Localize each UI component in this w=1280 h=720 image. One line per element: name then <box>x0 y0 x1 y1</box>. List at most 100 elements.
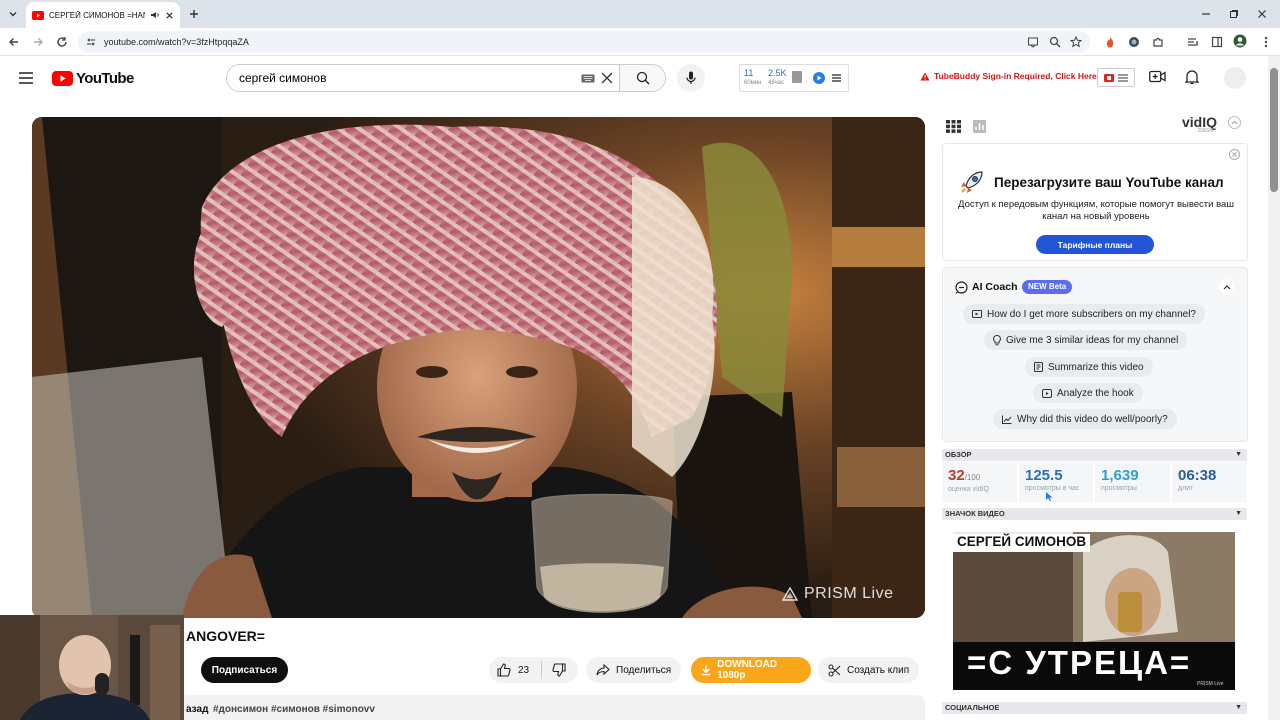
extension-flame-icon[interactable] <box>1103 35 1117 49</box>
coach-question-performance[interactable]: Why did this video do well/poorly? <box>993 409 1177 429</box>
url-field[interactable]: youtube.com/watch?v=3fzHtpqqaZA <box>78 31 1090 53</box>
minimize-icon[interactable] <box>1199 7 1213 21</box>
search-input[interactable] <box>227 65 665 91</box>
overview-section-header[interactable]: ОБЗОР ▼ <box>942 449 1247 461</box>
stat2-value: 2.5K <box>768 68 787 78</box>
extension-shield-icon[interactable] <box>1127 35 1141 49</box>
subscribe-button[interactable]: Подписаться <box>201 657 288 683</box>
share-button[interactable]: Поделиться <box>586 657 682 683</box>
hamburger-menu-icon[interactable] <box>19 72 33 84</box>
account-avatar[interactable] <box>1224 67 1246 89</box>
vidiq-logo[interactable]: vidIQ basic <box>1182 114 1217 134</box>
ai-coach-card: AI Coach NEW Beta How do I get more subs… <box>942 267 1248 442</box>
ai-coach-title: AI Coach <box>972 281 1018 293</box>
scrollbar-thumb[interactable] <box>1270 68 1278 192</box>
tubebuddy-signin-link[interactable]: TubeBuddy Sign-in Required, Click Here <box>920 71 1097 81</box>
extension-play-icon[interactable] <box>813 72 825 84</box>
search-button[interactable] <box>619 65 665 91</box>
score-value: 32 <box>948 467 965 484</box>
youtube-play-logo-icon <box>52 71 73 86</box>
tubebuddy-menu-button[interactable] <box>1097 68 1135 87</box>
tubebuddy-logo-icon <box>1104 73 1114 82</box>
prism-live-watermark: PRISM Live <box>782 585 893 603</box>
thumbnail-section-header[interactable]: ЗНАЧОК ВИДЕО ▼ <box>942 508 1247 520</box>
extension-stats-widget[interactable]: 11 60мин 2.5K 48час <box>739 64 849 92</box>
score-label: оценка vidIQ <box>948 486 989 493</box>
page-scrollbar[interactable] <box>1268 56 1280 720</box>
share-icon <box>596 664 610 676</box>
voice-search-button[interactable] <box>677 64 705 92</box>
thumbnail-bottom-text: =С УТРЕЦА= <box>967 644 1192 681</box>
tab-list-chevron-icon[interactable] <box>6 7 20 21</box>
restore-icon[interactable] <box>1227 7 1241 21</box>
zoom-icon[interactable] <box>1048 35 1062 49</box>
keyboard-icon[interactable] <box>581 74 595 83</box>
video-player[interactable]: PRISM Live <box>32 117 925 618</box>
promo-close-icon[interactable] <box>1229 149 1240 160</box>
stat-vidiq-score: 32/100 оценка vidIQ <box>942 462 1017 502</box>
stat-length: 06:38 длит <box>1172 462 1247 502</box>
coach-question-ideas[interactable]: Give me 3 similar ideas for my channel <box>984 330 1188 350</box>
thumbnail-toggle-icon[interactable]: ▼ <box>1235 508 1242 520</box>
clip-button[interactable]: Создать клип <box>818 657 920 683</box>
search-box <box>226 64 666 92</box>
profile-avatar-icon[interactable] <box>1233 34 1247 48</box>
score-max: /100 <box>964 473 981 482</box>
promo-text: Доступ к передовым функциям, которые пом… <box>958 199 1234 222</box>
stats-view-icon[interactable] <box>973 120 986 133</box>
stat-views: 1,639 просмотры <box>1095 462 1170 502</box>
views-label: просмотры <box>1101 485 1137 492</box>
social-header-label: СОЦИАЛЬНОЕ <box>945 703 1000 712</box>
browser-menu-icon[interactable] <box>1259 35 1273 49</box>
ai-coach-collapse-icon[interactable] <box>1219 279 1234 294</box>
new-tab-icon[interactable] <box>187 7 201 21</box>
social-toggle-icon[interactable]: ▼ <box>1235 702 1242 714</box>
youtube-logo[interactable]: YouTube <box>52 70 134 87</box>
dislike-button[interactable] <box>552 663 566 677</box>
prism-logo-icon <box>782 587 798 601</box>
youtube-favicon-icon <box>32 10 44 20</box>
back-icon[interactable] <box>7 35 21 49</box>
scissors-icon <box>828 664 841 676</box>
stat1-value: 11 <box>744 68 754 78</box>
cast-icon[interactable] <box>1026 35 1040 49</box>
reload-icon[interactable] <box>55 35 69 49</box>
video-thumbnail[interactable]: СЕРГЕЙ СИМОНОВ =С УТРЕЦА= PRISM Live <box>953 532 1235 690</box>
download-icon <box>701 665 711 676</box>
social-section-header[interactable]: СОЦИАЛЬНОЕ ▼ <box>942 702 1247 714</box>
create-video-icon[interactable] <box>1149 70 1166 83</box>
pricing-plans-button[interactable]: Тарифные планы <box>1036 235 1154 254</box>
download-button[interactable]: DOWNLOAD 1080p <box>691 657 811 683</box>
chart-mini-icon <box>792 71 802 83</box>
reading-list-icon[interactable] <box>1186 35 1200 49</box>
coach-question-summarize[interactable]: Summarize this video <box>1025 357 1153 377</box>
extension-menu-icon[interactable] <box>832 74 841 82</box>
extensions-puzzle-icon[interactable] <box>1151 35 1165 49</box>
warning-icon <box>920 72 930 80</box>
youtube-header: YouTube 11 60мин 2.5K 48час TubeBuddy Si… <box>0 56 1270 100</box>
side-panel-icon[interactable] <box>1210 35 1224 49</box>
speaker-icon[interactable] <box>150 10 160 20</box>
bookmark-star-icon[interactable] <box>1069 35 1083 49</box>
window-close-icon[interactable] <box>1255 7 1269 21</box>
forward-icon[interactable] <box>31 35 45 49</box>
close-tab-icon[interactable] <box>165 11 174 20</box>
document-icon <box>1034 362 1043 372</box>
thumbnail-top-text: СЕРГЕЙ СИМОНОВ <box>953 534 1091 552</box>
site-info-icon[interactable] <box>86 37 96 47</box>
video-title: ANGOVER= <box>186 628 265 644</box>
coach-question-subscribers[interactable]: How do I get more subscribers on my chan… <box>963 304 1205 324</box>
collapse-panel-icon[interactable] <box>1228 116 1241 129</box>
coach-question-hook[interactable]: Analyze the hook <box>1033 383 1143 403</box>
grid-view-icon[interactable] <box>946 120 961 133</box>
notifications-bell-icon[interactable] <box>1185 69 1199 85</box>
active-tab[interactable]: СЕРГЕЙ СИМОНОВ =HAN <box>26 2 180 28</box>
views-per-hour-label: просмотры в час <box>1025 485 1080 492</box>
overview-toggle-icon[interactable]: ▼ <box>1235 449 1242 461</box>
coach-question-label: Give me 3 similar ideas for my channel <box>1006 334 1179 346</box>
clear-search-icon[interactable] <box>601 72 613 84</box>
coach-question-label: Analyze the hook <box>1057 387 1134 399</box>
tubebuddy-list-icon <box>1118 73 1128 82</box>
watermark-text: PRISM Live <box>804 585 894 602</box>
like-button[interactable]: 23 <box>497 663 529 677</box>
